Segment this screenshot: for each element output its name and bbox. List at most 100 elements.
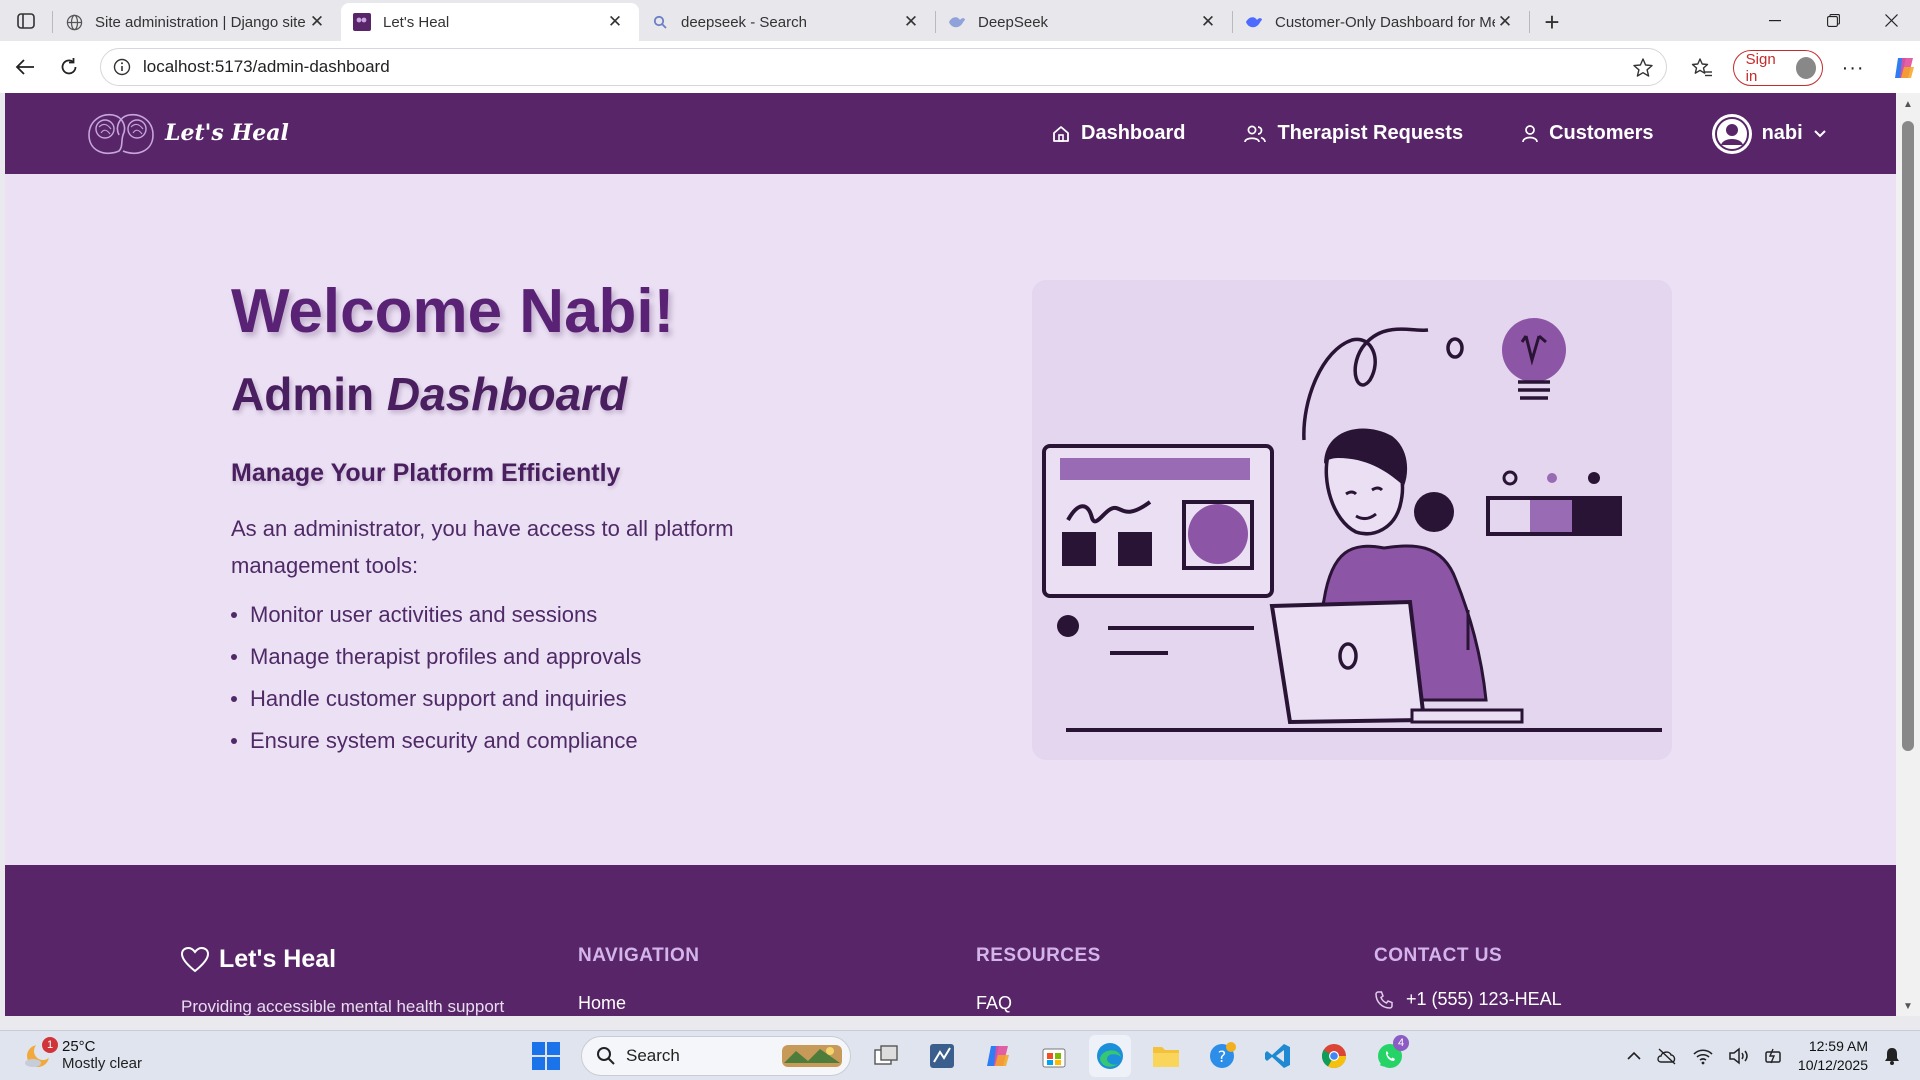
search-icon xyxy=(651,13,669,31)
volume-icon[interactable] xyxy=(1728,1047,1750,1065)
browser-toolbar: localhost:5173/admin-dashboard Sign in ·… xyxy=(0,41,1920,93)
tab-actions-button[interactable] xyxy=(0,0,52,41)
close-icon xyxy=(1884,14,1898,27)
start-button[interactable] xyxy=(525,1035,567,1077)
reload-button[interactable] xyxy=(47,47,91,87)
taskbar-app-explorer[interactable] xyxy=(1145,1035,1187,1077)
favorites-icon xyxy=(1692,58,1713,77)
info-icon[interactable] xyxy=(113,58,131,76)
footer-link-home[interactable]: Home xyxy=(578,993,699,1014)
address-bar[interactable]: localhost:5173/admin-dashboard xyxy=(100,48,1667,86)
site-logo[interactable]: Let's Heal xyxy=(83,107,289,159)
list-item: Manage therapist profiles and approvals xyxy=(231,636,831,678)
taskbar-search-label: Search xyxy=(626,1046,680,1065)
footer-resources: RESOURCES FAQ xyxy=(976,945,1101,1014)
toolbar-actions: Sign in ··· xyxy=(1682,48,1920,88)
tab-actions-icon xyxy=(17,12,35,29)
copilot-button[interactable] xyxy=(1883,48,1920,88)
folder-icon xyxy=(1153,1047,1179,1067)
arrow-left-icon xyxy=(15,59,34,75)
wifi-icon[interactable] xyxy=(1692,1047,1714,1065)
user-menu[interactable]: nabi xyxy=(1711,113,1827,154)
phone-icon xyxy=(1375,990,1393,1009)
sign-in-button[interactable]: Sign in xyxy=(1732,50,1823,86)
footer-navigation-heading: NAVIGATION xyxy=(578,945,700,966)
scroll-up-icon[interactable]: ▲ xyxy=(1903,99,1913,110)
close-tab-icon[interactable]: ✕ xyxy=(901,12,921,32)
user-name: nabi xyxy=(1761,122,1803,144)
weather-moon-icon: 1 xyxy=(22,1037,58,1071)
clock[interactable]: 12:59 AM 10/12/2025 xyxy=(1798,1037,1868,1075)
svg-text:?: ? xyxy=(1218,1047,1227,1066)
browser-tab[interactable]: deepseek - Search ✕ xyxy=(639,3,935,41)
browser-tab[interactable]: Site administration | Django site a ✕ xyxy=(53,3,341,41)
hero-illustration xyxy=(1032,280,1672,760)
page-scrollbar[interactable]: ▲ ▼ xyxy=(1896,93,1920,1016)
notifications-icon[interactable] xyxy=(1882,1046,1902,1066)
weather-widget[interactable]: 1 25°C Mostly clear xyxy=(22,1037,143,1072)
footer-brand-name: Let's Heal xyxy=(219,945,337,973)
weather-condition: Mostly clear xyxy=(62,1055,143,1072)
vscode-icon xyxy=(1265,1044,1290,1068)
chrome-icon xyxy=(1321,1044,1346,1069)
close-tab-icon[interactable]: ✕ xyxy=(1495,12,1515,32)
browser-tab[interactable]: DeepSeek ✕ xyxy=(936,3,1232,41)
page-viewport: Let's Heal Dashboard Therapist Requests … xyxy=(5,93,1896,1016)
favorite-star-icon[interactable] xyxy=(1632,57,1654,79)
section-heading: Manage Your Platform Efficiently xyxy=(231,459,621,487)
nav-customers[interactable]: Customers xyxy=(1521,122,1654,145)
tab-title: Let's Heal xyxy=(383,13,450,31)
footer-contact-phone[interactable]: +1 (555) 123-HEAL xyxy=(1374,989,1562,1010)
back-button[interactable] xyxy=(3,47,47,87)
taskbar-app-vscode[interactable] xyxy=(1257,1035,1299,1077)
list-item-text: Manage therapist profiles and approvals xyxy=(250,644,642,669)
chevron-up-icon[interactable] xyxy=(1626,1051,1642,1061)
tab-title: Site administration | Django site a xyxy=(95,13,307,31)
taskbar-app-sql[interactable] xyxy=(921,1035,963,1077)
users-icon xyxy=(1244,125,1267,142)
page-title-emphasis: Dashboard xyxy=(386,368,628,420)
new-tab-button[interactable]: + xyxy=(1530,3,1574,41)
search-icon xyxy=(597,1047,615,1065)
nav-dashboard[interactable]: Dashboard xyxy=(1051,122,1185,145)
restore-button[interactable] xyxy=(1804,0,1862,41)
taskbar-app-copilot[interactable] xyxy=(977,1035,1019,1077)
tab-title: deepseek - Search xyxy=(681,13,807,31)
url-text[interactable]: localhost:5173/admin-dashboard xyxy=(143,57,390,77)
bullet-icon xyxy=(231,612,237,618)
browser-tab-active[interactable]: Let's Heal ✕ xyxy=(341,3,639,41)
footer-link-faq[interactable]: FAQ xyxy=(976,993,1101,1014)
close-tab-icon[interactable]: ✕ xyxy=(307,12,327,32)
task-view-button[interactable] xyxy=(865,1035,907,1077)
scroll-down-icon[interactable]: ▼ xyxy=(1903,1001,1913,1012)
cloud-offline-icon[interactable] xyxy=(1656,1047,1678,1065)
battery-charging-icon[interactable] xyxy=(1764,1047,1784,1065)
profile-avatar-icon xyxy=(1795,57,1816,79)
nav-therapist-requests[interactable]: Therapist Requests xyxy=(1243,122,1463,145)
store-icon xyxy=(1042,1048,1066,1068)
footer-resources-heading: RESOURCES xyxy=(976,945,1101,966)
scrollbar-thumb[interactable] xyxy=(1902,121,1914,751)
taskbar-app-edge[interactable] xyxy=(1089,1035,1131,1077)
copilot-icon xyxy=(1894,58,1914,78)
taskbar-app-chrome[interactable] xyxy=(1313,1035,1355,1077)
system-tray: 12:59 AM 10/12/2025 xyxy=(1626,1035,1902,1077)
minimize-button[interactable] xyxy=(1746,0,1804,41)
copilot-icon xyxy=(987,1046,1009,1066)
browser-tab[interactable]: Customer-Only Dashboard for Me ✕ xyxy=(1233,3,1529,41)
page-title-plain: Admin xyxy=(231,368,375,420)
site-footer: Let's Heal Providing accessible mental h… xyxy=(5,865,1896,1016)
close-tab-icon[interactable]: ✕ xyxy=(1198,12,1218,32)
taskbar-app-whatsapp[interactable]: 4 xyxy=(1369,1035,1411,1077)
help-icon: ? xyxy=(1210,1042,1236,1068)
bullet-icon xyxy=(231,654,237,660)
more-options-button[interactable]: ··· xyxy=(1833,48,1874,88)
close-tab-icon[interactable]: ✕ xyxy=(605,12,625,32)
taskbar-app-store[interactable] xyxy=(1033,1035,1075,1077)
taskbar-app-help[interactable]: ? xyxy=(1201,1035,1243,1077)
close-window-button[interactable] xyxy=(1862,0,1920,41)
favorites-button[interactable] xyxy=(1682,48,1723,88)
heart-icon xyxy=(181,946,209,972)
taskbar-search[interactable]: Search xyxy=(581,1036,851,1076)
bullet-icon xyxy=(231,738,237,744)
